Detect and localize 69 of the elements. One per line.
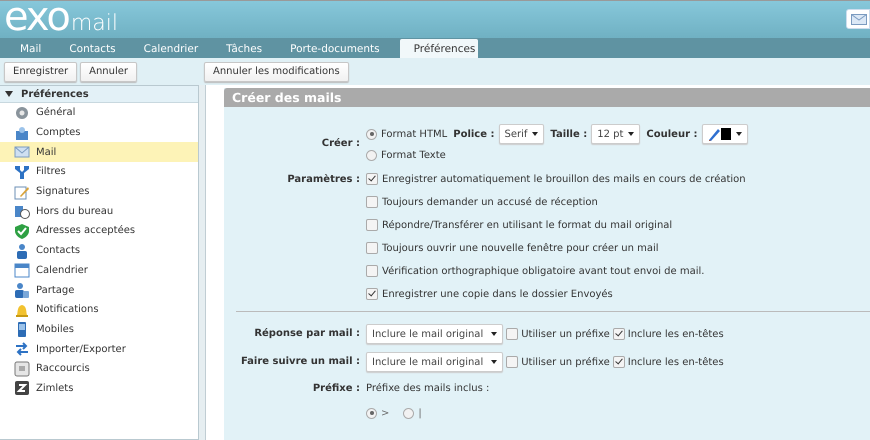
z-tile-icon [14, 380, 30, 396]
sidebar-item[interactable]: Contacts [0, 240, 198, 260]
include-dropdown[interactable]: Inclure le mail original [366, 352, 504, 372]
checkbox-option[interactable]: Utiliser un préfixe [506, 354, 610, 370]
field-label: Taille : [550, 128, 588, 140]
filter-icon [14, 164, 30, 180]
clock-icon [14, 203, 30, 220]
gear-icon [14, 104, 30, 121]
person-icon [14, 242, 30, 259]
sidebar-item[interactable]: Raccourcis [0, 358, 198, 379]
arrows-icon [14, 341, 30, 358]
section-title: Créer des mails [224, 88, 870, 107]
field-label: Réponse par mail : [253, 327, 360, 339]
logo-product: mail [70, 10, 118, 38]
checkbox-option[interactable]: Inclure les en-têtes [612, 326, 724, 342]
field-label: Créer : [320, 137, 360, 149]
sidebar-item[interactable]: Mobiles [0, 320, 198, 340]
toolbar-button[interactable]: Enregistrer [4, 62, 78, 82]
sidebar-header[interactable]: Préférences [0, 86, 198, 103]
field-label: Paramètres : [286, 173, 360, 185]
people-icon [14, 124, 30, 141]
sidebar-item[interactable]: Adresses acceptées [0, 221, 198, 241]
sidebar-item[interactable]: Notifications [0, 300, 198, 320]
shield-icon [14, 222, 30, 239]
toolbar-button[interactable]: Annuler les modifications [204, 62, 349, 82]
checkbox-option[interactable]: Toujours ouvrir une nouvelle fenêtre pour créer un mail [366, 240, 870, 256]
sidebar-item[interactable]: Importer/Exporter [0, 339, 198, 359]
field-label: Police : [453, 128, 494, 140]
sidebar-item[interactable]: Partage [0, 280, 198, 300]
pencil-icon [708, 127, 720, 141]
checkbox-option[interactable]: Enregistrer une copie dans le dossier Envoyés [366, 286, 870, 302]
sidebar-item[interactable]: Signatures [0, 182, 198, 202]
radio-option[interactable]: Format Texte [366, 147, 870, 163]
sidebar-item[interactable]: Calendrier [0, 260, 198, 280]
radio-option[interactable]: Format HTML [366, 126, 448, 142]
envelope-icon [14, 144, 30, 160]
sidebar-item[interactable]: Filtres [0, 162, 198, 182]
checkbox-option[interactable]: Utiliser un préfixe [506, 326, 610, 342]
logo-brand: exo [4, 1, 69, 33]
checkbox-option[interactable]: Enregistrer automatiquement le brouillon des mails en cours de création [366, 171, 870, 187]
splitter-handle[interactable] [199, 85, 206, 440]
include-dropdown[interactable]: Inclure le mail original [366, 324, 504, 344]
sidebar-item[interactable]: Hors du bureau [0, 201, 198, 222]
checkbox-option[interactable]: Toujours demander un accusé de réception [366, 194, 870, 210]
tab[interactable]: Préférences [400, 39, 478, 58]
people-icon [14, 282, 30, 298]
mail-button[interactable] [846, 9, 870, 29]
sidebar-item[interactable]: Zimlets [0, 378, 198, 398]
checkbox-option[interactable]: Vérification orthographique obligatoire avant tout envoi de mail. [366, 263, 870, 279]
font-dropdown[interactable]: Serif [498, 124, 544, 144]
field-label: Couleur : [646, 128, 698, 140]
field-label: Préfixe : [312, 382, 360, 394]
pencil-icon [14, 184, 30, 200]
toolbar-button[interactable]: Annuler [80, 62, 138, 82]
calendar-icon [14, 262, 30, 278]
radio-option[interactable]: > [366, 405, 390, 421]
sidebar-item[interactable]: Général [0, 103, 198, 123]
checkbox-option[interactable]: Répondre/Transférer en utilisant le format du mail original [366, 217, 870, 233]
sidebar-title: Préférences [21, 88, 89, 100]
sidebar-item[interactable]: Comptes [0, 122, 198, 142]
size-dropdown[interactable]: 12 pt [591, 124, 640, 144]
radio-option[interactable]: | [403, 405, 422, 421]
field-label: Faire suivre un mail : [240, 355, 360, 367]
prefix-description: Préfixe des mails inclus : [366, 382, 490, 394]
envelope-icon [851, 14, 867, 24]
key-icon [14, 360, 30, 377]
sidebar-item[interactable]: Mail [0, 142, 198, 162]
checkbox-option[interactable]: Inclure les en-têtes [612, 354, 724, 370]
color-picker[interactable] [702, 124, 748, 144]
